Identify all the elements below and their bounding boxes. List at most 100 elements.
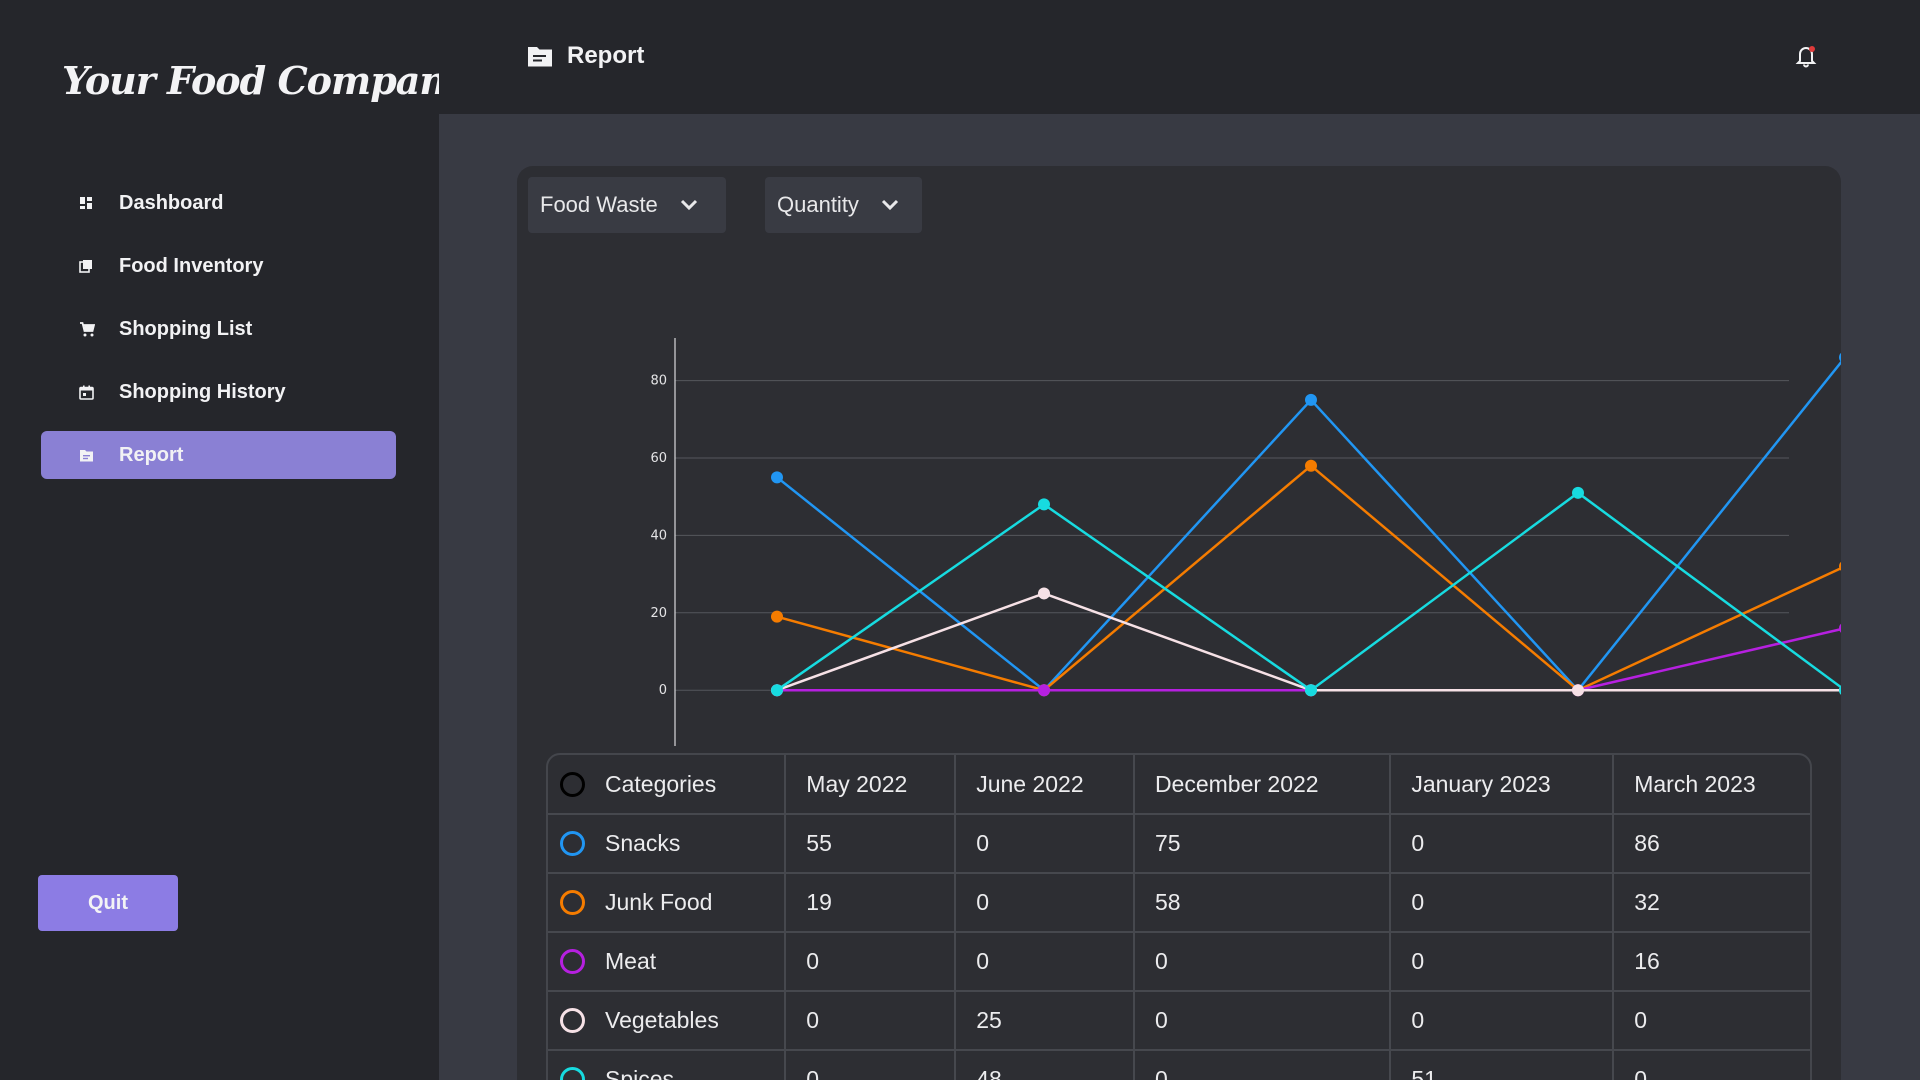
chevron-down-icon: [881, 199, 899, 211]
chevron-down-icon: [680, 199, 698, 211]
category-label: Junk Food: [605, 889, 713, 915]
table-cell: 0: [1389, 872, 1615, 933]
table-cell: 55: [784, 813, 957, 874]
sidebar-item-label: Shopping List: [119, 317, 253, 340]
measure-select[interactable]: Quantity: [765, 177, 922, 233]
data-point: [1038, 498, 1050, 511]
quit-button[interactable]: Quit: [38, 875, 178, 931]
sidebar-item-dashboard[interactable]: Dashboard: [41, 179, 396, 227]
sidebar-item-shopping-history[interactable]: Shopping History: [41, 368, 396, 416]
table-cell: 16: [1612, 931, 1810, 992]
category-label: Vegetables: [605, 1007, 719, 1033]
header-label: Categories: [605, 770, 717, 797]
table-cell: 0: [1132, 1049, 1392, 1080]
y-tick-label: 80: [650, 374, 667, 389]
sidebar-item-label: Dashboard: [119, 191, 224, 214]
category-cell[interactable]: Meat: [548, 931, 787, 992]
legend-ring[interactable]: [560, 1008, 585, 1033]
data-point: [1038, 587, 1050, 600]
table-cell: 25: [954, 990, 1135, 1051]
table-cell: 19: [784, 872, 957, 933]
cart-icon: [79, 321, 119, 337]
folder-icon: [527, 45, 553, 67]
measure-select-value: Quantity: [777, 192, 859, 217]
table-cell: 0: [1389, 931, 1615, 992]
header-col-1: May 2022: [784, 755, 957, 815]
category-label: Snacks: [605, 830, 681, 856]
series-line: [777, 627, 1841, 692]
y-tick-label: 20: [650, 606, 667, 621]
table-cell: 0: [954, 931, 1135, 992]
data-point: [1839, 561, 1841, 571]
table-cell: 58: [1132, 872, 1392, 933]
header-col-4: January 2023: [1389, 755, 1615, 815]
table-cell: 0: [954, 872, 1135, 933]
report-card: Food Waste Quantity 0 20 40 60 80 Categories…: [517, 166, 1841, 1080]
report-table: Categories May 2022 June 2022 December 2…: [546, 753, 1812, 1080]
sidebar-item-food-inventory[interactable]: Food Inventory: [41, 242, 396, 290]
table-cell: 86: [1612, 813, 1810, 874]
table-row: Snacks 55 0 75 0 86: [548, 813, 1810, 874]
header-categories: Categories: [548, 755, 787, 815]
sidebar-item-label: Report: [119, 443, 184, 466]
table-cell: 0: [784, 990, 957, 1051]
series-line: [776, 360, 1841, 693]
data-point: [1572, 684, 1584, 697]
sidebar-item-report[interactable]: Report: [41, 431, 396, 479]
category-cell[interactable]: Spices: [548, 1049, 787, 1080]
data-point: [1305, 684, 1317, 697]
sidebar-item-label: Food Inventory: [119, 254, 264, 277]
calendar-icon: [79, 385, 119, 400]
legend-ring[interactable]: [560, 949, 585, 974]
category-label: Spices: [605, 1066, 675, 1080]
header-col-2: June 2022: [954, 755, 1135, 815]
legend-ring: [560, 771, 585, 797]
data-point: [1305, 459, 1317, 472]
page-title-text: Report: [567, 42, 645, 69]
y-tick-label: 0: [659, 683, 667, 698]
data-point: [771, 684, 783, 697]
table-row: Vegetables 0 25 0 0 0: [548, 990, 1810, 1051]
page-title: Report: [527, 42, 644, 70]
sidebar-nav: Dashboard Food Inventory Shopping List S…: [41, 179, 396, 494]
header-col-3: December 2022: [1132, 755, 1392, 815]
table-cell: 0: [1132, 931, 1392, 992]
table-cell: 0: [784, 931, 957, 992]
metric-select-value: Food Waste: [540, 192, 658, 217]
sidebar-item-shopping-list[interactable]: Shopping List: [41, 305, 396, 353]
category-label: Meat: [605, 948, 657, 974]
table-cell: 51: [1389, 1049, 1615, 1080]
table-row: Junk Food 19 0 58 0 32: [548, 872, 1810, 933]
data-point: [1572, 486, 1584, 499]
legend-ring[interactable]: [560, 831, 585, 856]
metric-select[interactable]: Food Waste: [528, 177, 726, 233]
data-point: [1038, 684, 1050, 697]
header-col-5: March 2023: [1612, 755, 1810, 815]
table-header-row: Categories May 2022 June 2022 December 2…: [548, 755, 1810, 815]
category-cell[interactable]: Vegetables: [548, 990, 787, 1051]
table-cell: 48: [954, 1049, 1135, 1080]
top-bar: Report: [439, 0, 1920, 114]
table-cell: 0: [1389, 990, 1615, 1051]
category-cell[interactable]: Junk Food: [548, 872, 787, 933]
table-cell: 75: [1132, 813, 1392, 874]
data-point: [1305, 393, 1317, 406]
legend-ring[interactable]: [560, 1067, 585, 1080]
table-cell: 0: [784, 1049, 957, 1080]
table-cell: 0: [954, 813, 1135, 874]
table-row: Meat 0 0 0 0 16: [548, 931, 1810, 992]
legend-ring[interactable]: [560, 890, 585, 915]
y-tick-label: 60: [650, 451, 667, 466]
bell-icon[interactable]: [1795, 44, 1817, 72]
table-cell: 0: [1389, 813, 1615, 874]
table-cell: 0: [1612, 1049, 1810, 1080]
sidebar-item-label: Shopping History: [119, 380, 286, 403]
folder-icon: [79, 449, 119, 462]
dashboard-icon: [79, 196, 119, 210]
table-cell: 32: [1612, 872, 1810, 933]
data-point: [771, 610, 783, 623]
data-point: [771, 471, 783, 484]
y-tick-label: 40: [650, 528, 667, 543]
table-cell: 0: [1132, 990, 1392, 1051]
category-cell[interactable]: Snacks: [548, 813, 787, 874]
